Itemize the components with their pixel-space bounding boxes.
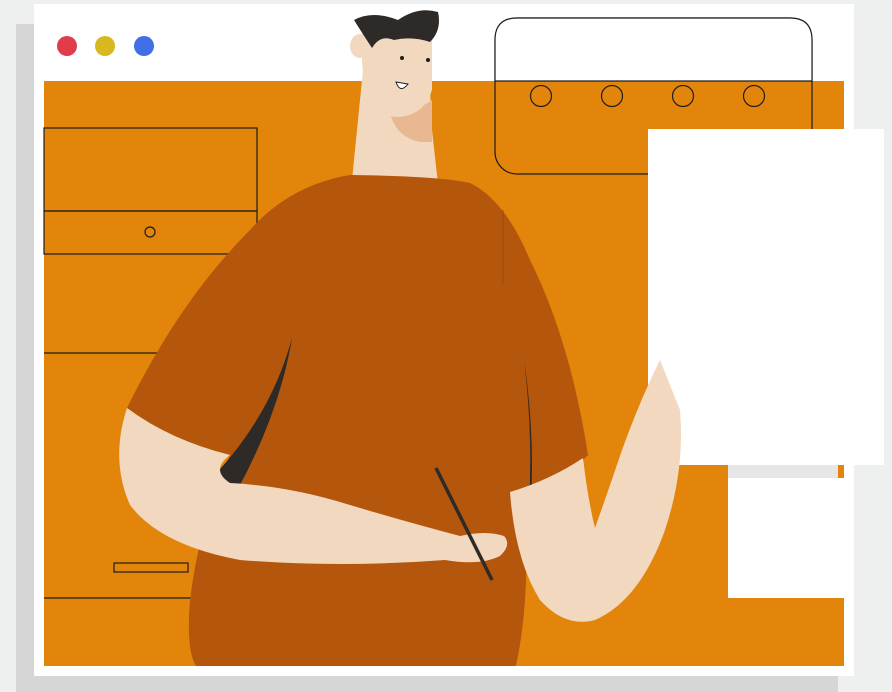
board-upper-panel bbox=[648, 129, 884, 465]
board-lower-panel bbox=[728, 478, 844, 598]
eye bbox=[426, 58, 430, 62]
illustration-canvas bbox=[43, 10, 884, 666]
eye bbox=[400, 56, 404, 60]
